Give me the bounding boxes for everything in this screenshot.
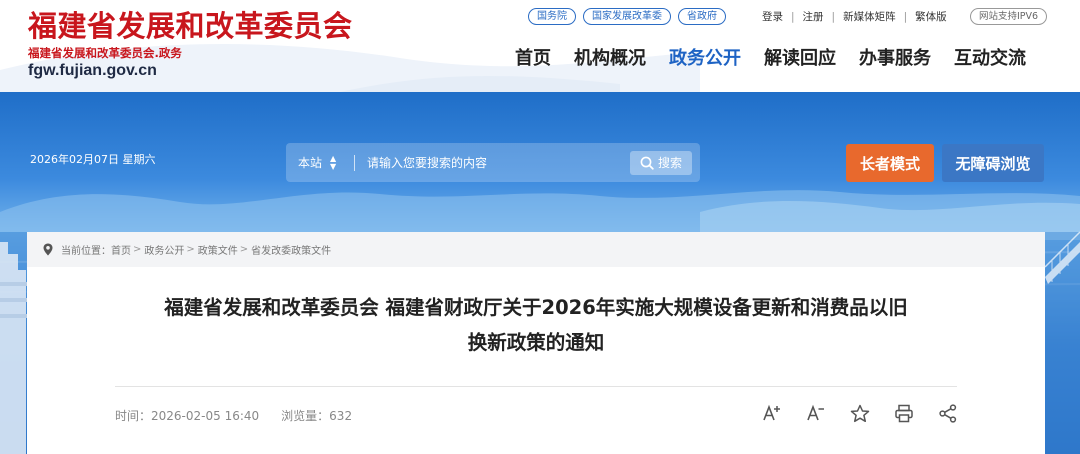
article-tools bbox=[761, 402, 959, 424]
new-media-link[interactable]: 新媒体矩阵 bbox=[843, 9, 896, 24]
font-increase-icon[interactable] bbox=[761, 402, 783, 424]
breadcrumb: 当前位置： 首页 > 政务公开 > 政策文件 > 省发改委政策文件 bbox=[27, 232, 1045, 267]
star-icon[interactable] bbox=[849, 402, 871, 424]
article-title: 福建省发展和改革委员会 福建省财政厅关于2026年实施大规模设备更新和消费品以旧… bbox=[87, 290, 985, 360]
accessibility-button[interactable]: 无障碍浏览 bbox=[942, 144, 1044, 182]
share-icon[interactable] bbox=[937, 402, 959, 424]
breadcrumb-separator: > bbox=[239, 244, 249, 255]
print-icon[interactable] bbox=[893, 402, 915, 424]
elder-mode-button[interactable]: 长者模式 bbox=[846, 144, 934, 182]
nav-interpretation[interactable]: 解读回应 bbox=[764, 46, 836, 72]
location-pin-icon bbox=[43, 243, 53, 256]
breadcrumb-separator: > bbox=[186, 244, 195, 255]
views-value: 632 bbox=[329, 409, 353, 423]
search-bar: 本站 ▲▼ 搜索 bbox=[286, 143, 700, 182]
nav-interaction[interactable]: 互动交流 bbox=[954, 46, 1026, 72]
article-title-line-2: 换新政策的通知 bbox=[467, 331, 605, 354]
view-count: 浏览量：632 bbox=[281, 407, 352, 424]
breadcrumb-label: 当前位置： bbox=[61, 246, 111, 257]
sort-arrows-icon: ▲ ▼ bbox=[330, 153, 337, 171]
search-scope-label: 本站 bbox=[298, 156, 323, 170]
breadcrumb-government-affairs[interactable]: 政务公开 bbox=[144, 242, 184, 257]
search-button-label: 搜索 bbox=[657, 156, 682, 170]
time-label: 时间： bbox=[115, 409, 152, 423]
article-card: 当前位置： 首页 > 政务公开 > 政策文件 > 省发改委政策文件 福建省发展和改革委… bbox=[27, 232, 1045, 454]
search-scope-select[interactable]: 本站 ▲ ▼ bbox=[286, 154, 346, 171]
nav-services[interactable]: 办事服务 bbox=[859, 46, 931, 72]
search-icon bbox=[640, 156, 654, 170]
article-meta: 时间：2026-02-05 16:40 浏览量：632 bbox=[115, 407, 352, 424]
login-link[interactable]: 登录 bbox=[762, 9, 783, 24]
article-title-line-1: 福建省发展和改革委员会 福建省财政厅关于2026年实施大规模设备更新和消费品以旧 bbox=[164, 296, 908, 319]
breadcrumb-ndrc-policy-documents[interactable]: 省发改委政策文件 bbox=[251, 242, 331, 257]
nav-government-affairs[interactable]: 政务公开 bbox=[669, 46, 741, 72]
publish-time: 时间：2026-02-05 16:40 bbox=[115, 407, 259, 424]
separator: | bbox=[791, 10, 795, 23]
nav-home[interactable]: 首页 bbox=[515, 46, 551, 72]
search-button[interactable]: 搜索 bbox=[630, 150, 692, 175]
time-value: 2026-02-05 16:40 bbox=[151, 409, 260, 423]
title-divider bbox=[115, 386, 957, 387]
site-header: 福建省发展和改革委员会 福建省发展和改革委员会.政务 fgw.fujian.go… bbox=[0, 0, 1080, 92]
separator: | bbox=[831, 10, 836, 23]
breadcrumb-home[interactable]: 首页 bbox=[111, 242, 131, 257]
portal-link-provincial-gov[interactable]: 省政府 bbox=[678, 8, 726, 25]
breadcrumb-policy-documents[interactable]: 政策文件 bbox=[198, 242, 238, 257]
portal-links: 国务院 国家发展改革委 省政府 bbox=[528, 8, 733, 25]
site-logo[interactable]: 福建省发展和改革委员会 福建省发展和改革委员会.政务 fgw.fujian.go… bbox=[28, 8, 353, 81]
font-decrease-icon[interactable] bbox=[805, 402, 827, 424]
utility-links: 登录 | 注册 | 新媒体矩阵 | 繁体版 bbox=[762, 9, 947, 24]
logo-domain: fgw.fujian.gov.cn bbox=[28, 62, 157, 79]
separator: | bbox=[903, 10, 908, 23]
current-date: 2026年02月07日 星期六 bbox=[30, 153, 156, 166]
logo-subtitle: 福建省发展和改革委员会.政务 bbox=[28, 46, 182, 60]
nav-organization[interactable]: 机构概况 bbox=[574, 46, 646, 72]
portal-link-ndrc[interactable]: 国家发展改革委 bbox=[583, 8, 671, 25]
breadcrumb-separator: > bbox=[133, 244, 142, 255]
traditional-chinese-link[interactable]: 繁体版 bbox=[915, 9, 947, 24]
register-link[interactable]: 注册 bbox=[803, 9, 824, 24]
search-input[interactable] bbox=[355, 155, 630, 170]
views-label: 浏览量： bbox=[281, 409, 330, 423]
main-nav: 首页 机构概况 政务公开 解读回应 办事服务 互动交流 bbox=[515, 46, 1026, 72]
logo-title: 福建省发展和改革委员会 bbox=[28, 9, 353, 43]
portal-link-state-council[interactable]: 国务院 bbox=[528, 8, 576, 25]
ipv6-badge: 网站支持IPV6 bbox=[970, 8, 1048, 25]
